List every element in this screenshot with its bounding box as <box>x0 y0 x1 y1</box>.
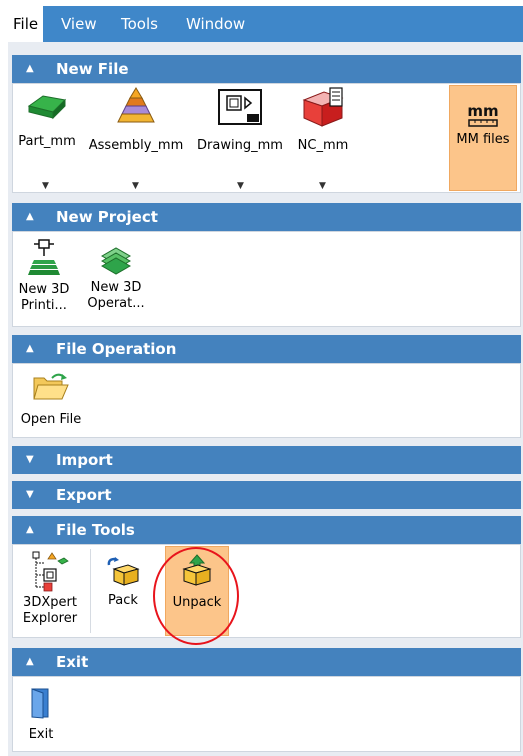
3dxpert-explorer-line2: Explorer <box>22 611 78 626</box>
3dxpert-explorer-line1: 3DXpert <box>23 595 77 610</box>
section-title: Export <box>56 486 112 504</box>
section-body-new-file: Part_mm ▼ Assembly_mm ▼ Drawing_mm ▼ NC_… <box>12 83 521 193</box>
collapse-arrow-icon: ▲ <box>26 524 34 535</box>
section-title: New Project <box>56 208 158 226</box>
mm-icon-text: mm <box>467 102 498 120</box>
section-header-file-tools[interactable]: ▲ File Tools <box>12 516 521 544</box>
pack-button[interactable]: Pack <box>97 545 149 637</box>
menu-window[interactable]: Window <box>186 6 245 42</box>
menu-file[interactable]: File <box>8 6 44 42</box>
nc-icon <box>302 87 344 127</box>
open-file-label: Open File <box>20 412 82 427</box>
section-title: File Tools <box>56 521 135 539</box>
new-3d-operation-button[interactable]: New 3D Operat... <box>85 232 147 326</box>
drawing-mm-label: Drawing_mm <box>197 138 283 153</box>
ruler-icon: mm <box>467 102 499 127</box>
highlight-ellipse <box>153 547 239 645</box>
collapse-arrow-icon: ▲ <box>26 211 34 222</box>
section-header-export[interactable]: ▼ Export <box>12 481 521 509</box>
part-mm-dropdown-icon[interactable]: ▼ <box>42 178 49 194</box>
exit-button[interactable]: Exit <box>15 677 67 751</box>
nc-mm-button[interactable]: NC_mm ▼ <box>291 84 355 192</box>
section-body-file-operation: Open File <box>12 363 521 438</box>
collapse-arrow-icon: ▲ <box>26 656 34 667</box>
section-header-import[interactable]: ▼ Import <box>12 446 521 474</box>
assembly-mm-dropdown-icon[interactable]: ▼ <box>132 178 139 194</box>
3dxpert-explorer-button[interactable]: 3DXpert Explorer <box>15 545 85 637</box>
section-header-new-file[interactable]: ▲ New File <box>12 55 521 83</box>
expand-arrow-icon: ▼ <box>26 454 34 465</box>
new-3d-operation-line2: Operat... <box>87 296 145 311</box>
section-title: File Operation <box>56 340 177 358</box>
assembly-mm-label: Assembly_mm <box>88 138 184 153</box>
part-icon <box>27 95 67 120</box>
new-3d-printing-line2: Printi... <box>21 298 67 313</box>
assembly-mm-button[interactable]: Assembly_mm ▼ <box>83 84 189 192</box>
section-body-file-tools: 3DXpert Explorer Pack Unpack <box>12 544 521 645</box>
section-title: New File <box>56 60 129 78</box>
menu-bar: File View Tools Window <box>8 6 523 42</box>
open-folder-icon <box>33 373 69 400</box>
menu-tools[interactable]: Tools <box>121 6 158 42</box>
new-3d-operation-line1: New 3D <box>90 280 142 295</box>
3d-operation-icon <box>100 247 132 275</box>
menu-view[interactable]: View <box>61 6 97 42</box>
pack-box-icon <box>107 557 140 586</box>
assembly-icon <box>117 87 155 123</box>
new-3d-printing-button[interactable]: New 3D Printi... <box>15 232 73 326</box>
pack-label: Pack <box>108 593 138 608</box>
3d-printing-icon <box>28 239 60 275</box>
section-title: Exit <box>56 653 89 671</box>
drawing-icon <box>218 89 262 125</box>
exit-label: Exit <box>28 727 54 742</box>
drawing-mm-dropdown-icon[interactable]: ▼ <box>237 178 244 194</box>
mm-files-button[interactable]: mm MM files <box>449 85 517 191</box>
drawing-mm-button[interactable]: Drawing_mm ▼ <box>189 84 291 192</box>
part-mm-button[interactable]: Part_mm ▼ <box>12 84 82 192</box>
exit-door-icon <box>31 688 49 719</box>
section-title: Import <box>56 451 113 469</box>
toolbar-separator <box>90 549 91 633</box>
explorer-tree-icon <box>32 551 69 592</box>
section-header-new-project[interactable]: ▲ New Project <box>12 203 521 231</box>
collapse-arrow-icon: ▲ <box>26 343 34 354</box>
section-body-new-project: New 3D Printi... New 3D Operat... <box>12 231 521 327</box>
new-3d-printing-line1: New 3D <box>18 282 70 297</box>
section-header-file-operation[interactable]: ▲ File Operation <box>12 335 521 363</box>
mm-files-label: MM files <box>456 132 510 147</box>
open-file-button[interactable]: Open File <box>15 364 87 437</box>
nc-mm-dropdown-icon[interactable]: ▼ <box>319 178 326 194</box>
section-body-exit: Exit <box>12 676 521 752</box>
collapse-arrow-icon: ▲ <box>26 63 34 74</box>
nc-mm-label: NC_mm <box>297 138 349 153</box>
expand-arrow-icon: ▼ <box>26 489 34 500</box>
part-mm-label: Part_mm <box>18 134 76 149</box>
section-header-exit[interactable]: ▲ Exit <box>12 648 521 676</box>
